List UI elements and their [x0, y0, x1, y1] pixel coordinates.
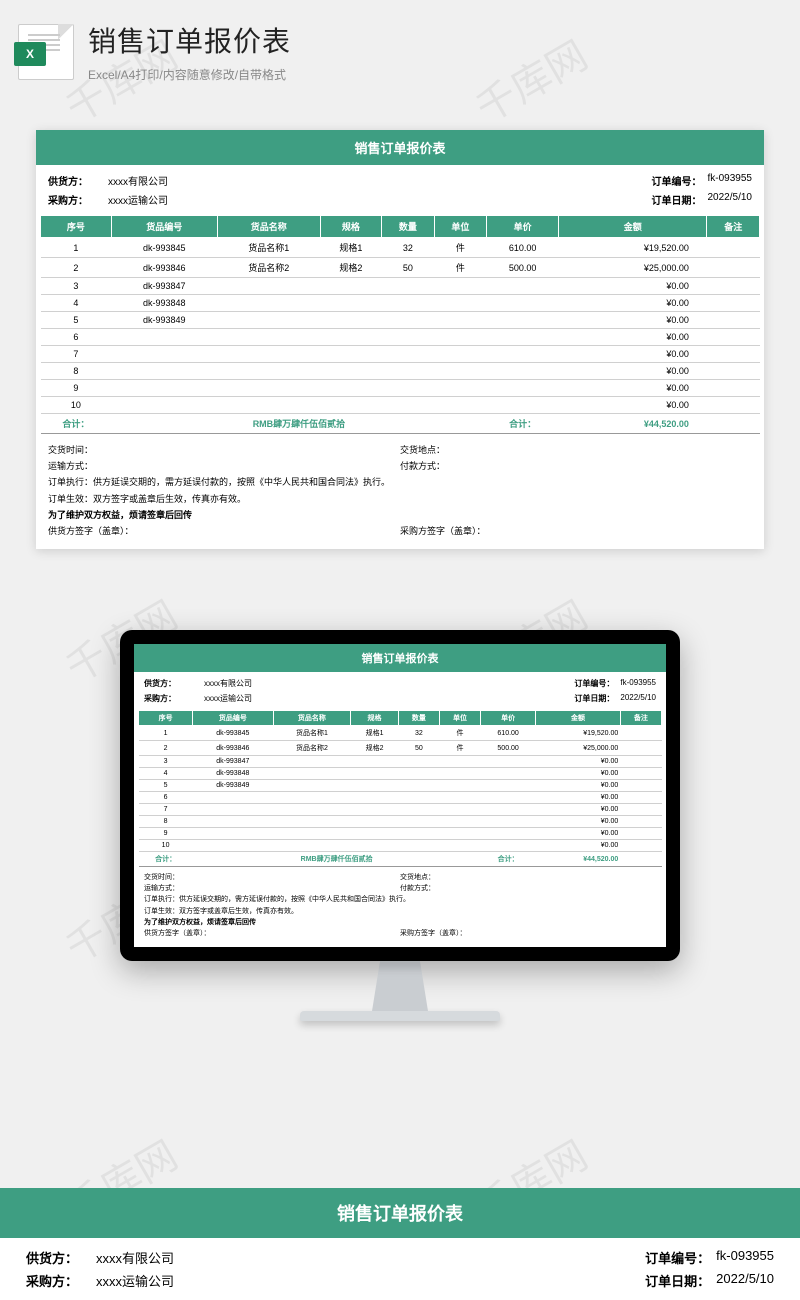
col-header: 金额	[559, 216, 707, 238]
total-row: 合计：RMB肆万肆仟伍佰贰拾合计：¥44,520.00	[41, 414, 760, 434]
table-row: 9¥0.00	[139, 828, 662, 840]
items-table: 序号货品编号货品名称规格数量单位单价金额备注1dk-993845货品名称1规格1…	[138, 710, 662, 867]
table-row: 8¥0.00	[41, 363, 760, 380]
monitor-mockup: 销售订单报价表供货方：采购方：xxxx有限公司xxxx运输公司订单编号：fk-0…	[120, 630, 680, 1021]
table-row: 1dk-993845货品名称1规格132件610.00¥19,520.00	[41, 238, 760, 258]
table-row: 3dk-993847¥0.00	[139, 756, 662, 768]
col-header: 金额	[536, 711, 621, 726]
sheet-title: 销售订单报价表	[0, 1188, 800, 1238]
order-no-value: fk-093955	[716, 1248, 774, 1267]
table-row: 4dk-993848¥0.00	[139, 768, 662, 780]
col-header: 单位	[439, 711, 480, 726]
col-header: 数量	[398, 711, 439, 726]
col-header: 货品编号	[193, 711, 273, 726]
order-no-label: 订单编号：	[645, 1248, 710, 1267]
table-row: 3dk-993847¥0.00	[41, 278, 760, 295]
spreadsheet-preview: 销售订单报价表供货方：采购方：xxxx有限公司xxxx运输公司订单编号：fk-0…	[36, 130, 764, 549]
col-header: 单价	[487, 216, 559, 238]
page-title: 销售订单报价表	[88, 20, 770, 60]
spreadsheet-zoom-strip: 销售订单报价表 供货方： 采购方： xxxx有限公司 xxxx运输公司 订单编号： f…	[0, 1188, 800, 1300]
table-row: 5dk-993849¥0.00	[41, 312, 760, 329]
col-header: 规格	[320, 216, 382, 238]
col-header: 序号	[139, 711, 193, 726]
table-row: 6¥0.00	[139, 792, 662, 804]
page-subtitle: Excel/A4打印/内容随意修改/自带格式	[88, 66, 770, 83]
table-row: 7¥0.00	[139, 804, 662, 816]
total-row: 合计：RMB肆万肆仟伍佰贰拾合计：¥44,520.00	[139, 852, 662, 867]
table-row: 10¥0.00	[41, 397, 760, 414]
excel-file-icon: X	[18, 24, 74, 80]
col-header: 备注	[707, 216, 760, 238]
table-row: 2dk-993846货品名称2规格250件500.00¥25,000.00	[139, 741, 662, 756]
table-row: 5dk-993849¥0.00	[139, 780, 662, 792]
supplier-value: xxxx有限公司	[96, 1248, 316, 1267]
supplier-label: 供货方：	[26, 1248, 96, 1267]
col-header: 备注	[620, 711, 661, 726]
col-header: 数量	[382, 216, 434, 238]
table-row: 7¥0.00	[41, 346, 760, 363]
buyer-label: 采购方：	[26, 1271, 96, 1290]
order-date-label: 订单日期：	[645, 1271, 710, 1290]
col-header: 单价	[481, 711, 536, 726]
terms-block: 交货时间：交货地点：运输方式：付款方式：订单执行：供方延误交期的，需方延误付款的…	[134, 867, 666, 947]
table-row: 2dk-993846货品名称2规格250件500.00¥25,000.00	[41, 258, 760, 278]
col-header: 规格	[351, 711, 398, 726]
table-row: 1dk-993845货品名称1规格132件610.00¥19,520.00	[139, 726, 662, 741]
order-date-value: 2022/5/10	[716, 1271, 774, 1290]
table-row: 4dk-993848¥0.00	[41, 295, 760, 312]
col-header: 货品名称	[273, 711, 351, 726]
table-row: 6¥0.00	[41, 329, 760, 346]
col-header: 货品编号	[111, 216, 217, 238]
table-row: 8¥0.00	[139, 816, 662, 828]
items-table: 序号货品编号货品名称规格数量单位单价金额备注1dk-993845货品名称1规格1…	[40, 215, 760, 434]
sheet-title: 销售订单报价表	[134, 644, 666, 672]
table-row: 10¥0.00	[139, 840, 662, 852]
table-row: 9¥0.00	[41, 380, 760, 397]
buyer-value: xxxx运输公司	[96, 1271, 316, 1290]
col-header: 单位	[434, 216, 486, 238]
col-header: 序号	[41, 216, 112, 238]
sheet-title: 销售订单报价表	[36, 130, 764, 165]
col-header: 货品名称	[217, 216, 320, 238]
terms-block: 交货时间：交货地点：运输方式：付款方式：订单执行：供方延误交期的，需方延误付款的…	[36, 434, 764, 549]
